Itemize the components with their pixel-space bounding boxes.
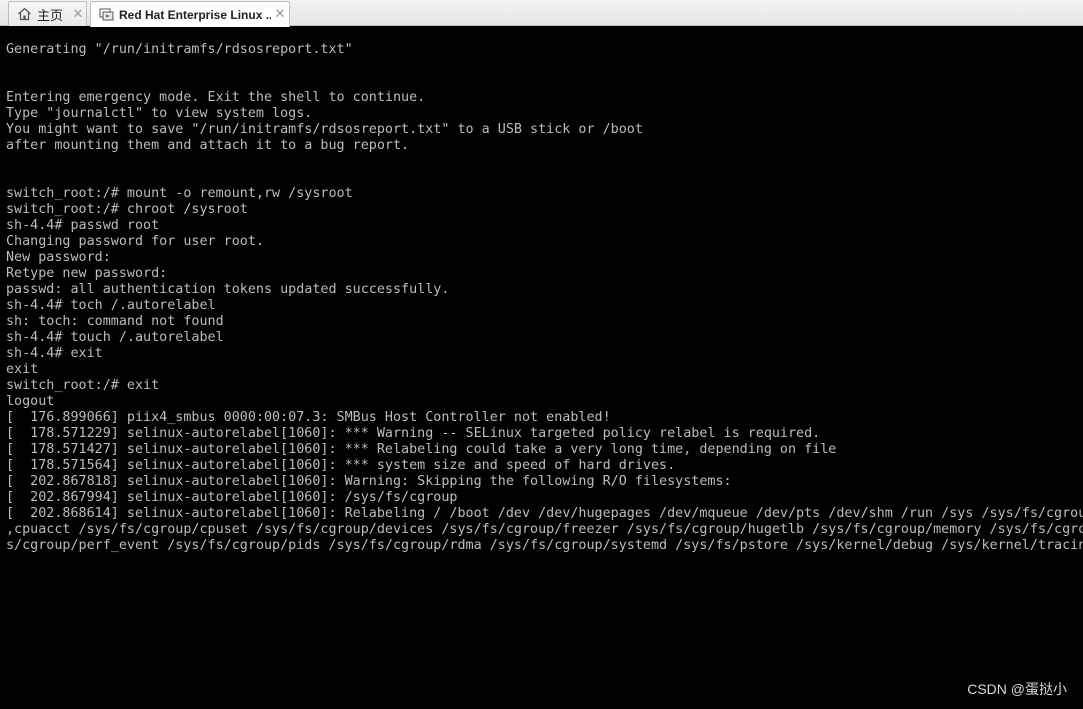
console-line: logout bbox=[6, 394, 55, 409]
console-line: You might want to save "/run/initramfs/r… bbox=[6, 122, 643, 137]
tab-home[interactable]: 主页 ✕ bbox=[8, 1, 87, 26]
console-line: after mounting them and attach it to a b… bbox=[6, 138, 410, 153]
console-line: sh-4.4# exit bbox=[6, 346, 103, 361]
console-line: ,cpuacct /sys/fs/cgroup/cpuset /sys/fs/c… bbox=[6, 522, 1083, 537]
console-line: exit bbox=[6, 362, 39, 377]
console-line: New password: bbox=[6, 250, 111, 265]
console-line: sh-4.4# touch /.autorelabel bbox=[6, 330, 224, 345]
console-line: Generating "/run/initramfs/rdsosreport.t… bbox=[6, 42, 353, 57]
console-line: switch_root:/# mount -o remount,rw /sysr… bbox=[6, 186, 353, 201]
tab-home-label: 主页 bbox=[37, 8, 64, 24]
tab-bar: 主页 ✕ Red Hat Enterprise Linux ... ✕ bbox=[0, 0, 1083, 27]
console-line: [ 202.868614] selinux-autorelabel[1060]:… bbox=[6, 506, 1083, 521]
console-line: [ 178.571427] selinux-autorelabel[1060]:… bbox=[6, 442, 837, 457]
console-line: sh-4.4# toch /.autorelabel bbox=[6, 298, 216, 313]
console-line: [ 202.867994] selinux-autorelabel[1060]:… bbox=[6, 490, 458, 505]
console-line: sh-4.4# passwd root bbox=[6, 218, 160, 233]
console-line: Type "journalctl" to view system logs. bbox=[6, 106, 313, 121]
console-line: Entering emergency mode. Exit the shell … bbox=[6, 90, 426, 105]
console-line: switch_root:/# chroot /sysroot bbox=[6, 202, 248, 217]
home-icon bbox=[16, 6, 32, 22]
close-icon[interactable]: ✕ bbox=[71, 7, 85, 22]
console-line: [ 178.571229] selinux-autorelabel[1060]:… bbox=[6, 426, 821, 441]
tab-vm[interactable]: Red Hat Enterprise Linux ... ✕ bbox=[90, 1, 290, 27]
tab-vm-label: Red Hat Enterprise Linux ... bbox=[119, 7, 271, 22]
close-icon[interactable]: ✕ bbox=[273, 7, 287, 22]
watermark: CSDN @蛋挞小 bbox=[967, 681, 1067, 697]
console-line: [ 176.899066] piix4_smbus 0000:00:07.3: … bbox=[6, 410, 611, 425]
console-line: passwd: all authentication tokens update… bbox=[6, 282, 450, 297]
console-line: Changing password for user root. bbox=[6, 234, 264, 249]
console-line: [ 178.571564] selinux-autorelabel[1060]:… bbox=[6, 458, 676, 473]
console-line: sh: toch: command not found bbox=[6, 314, 224, 329]
vmware-window: 主页 ✕ Red Hat Enterprise Linux ... ✕ Gene… bbox=[0, 0, 1083, 709]
vm-icon bbox=[98, 7, 114, 23]
console-line: s/cgroup/perf_event /sys/fs/cgroup/pids … bbox=[6, 538, 1083, 553]
console-line: Retype new password: bbox=[6, 266, 168, 281]
console-line: [ 202.867818] selinux-autorelabel[1060]:… bbox=[6, 474, 732, 489]
vm-console-screen[interactable]: Generating "/run/initramfs/rdsosreport.t… bbox=[0, 27, 1083, 709]
console-line: switch_root:/# exit bbox=[6, 378, 160, 393]
